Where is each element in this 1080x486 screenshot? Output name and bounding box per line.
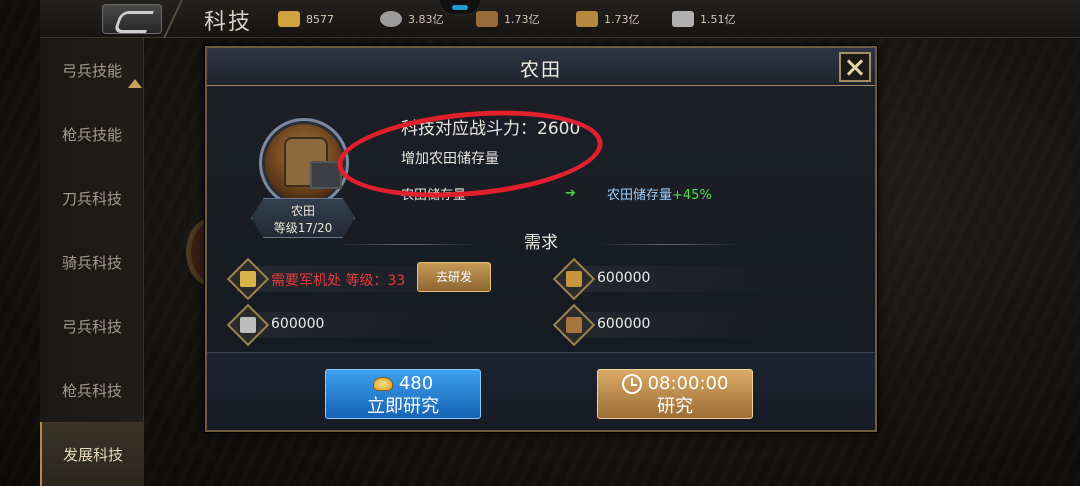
research-time: 08:00:00: [598, 373, 752, 394]
page-title: 科技: [204, 10, 253, 35]
iron-icon: [672, 11, 694, 27]
action-area: 480 立即研究 08:00:00 研究: [207, 352, 875, 430]
tech-name: 农田: [290, 204, 315, 218]
research-button[interactable]: 08:00:00 研究: [597, 369, 753, 419]
wood-icon: [552, 303, 596, 347]
iron-icon: [226, 303, 270, 347]
effect-next: 农田储存量+45%: [607, 184, 712, 203]
instant-cost-value: 480: [398, 373, 434, 394]
sidebar-item-archer-tech[interactable]: 弓兵科技: [40, 294, 144, 358]
requirement-iron: [237, 312, 457, 338]
instant-research-button[interactable]: 480 立即研究: [325, 369, 481, 419]
requirement-wood: [563, 312, 783, 338]
resource-coin[interactable]: 3.83亿: [380, 10, 444, 28]
requirement-wood-value: 600000: [597, 316, 651, 332]
resource-food[interactable]: 1.73亿: [576, 10, 640, 28]
resource-value: 1.51亿: [700, 13, 736, 26]
back-button[interactable]: [102, 4, 162, 34]
food-icon: [552, 257, 596, 301]
instant-cost: 480: [326, 373, 480, 394]
research-label: 研究: [657, 396, 693, 417]
sidebar-item-development-tech[interactable]: 发展科技: [40, 422, 144, 486]
modal-title: 农田: [519, 59, 562, 81]
farm-tech-icon: [259, 118, 349, 208]
modal-header: 农田: [207, 48, 875, 86]
resource-value: 8577: [306, 12, 334, 26]
instant-research-label: 立即研究: [367, 396, 439, 417]
effect-next-label: 农田储存量: [607, 188, 673, 203]
requirements-title: 需求: [524, 233, 558, 253]
resource-wood[interactable]: 1.73亿: [476, 10, 540, 28]
research-time-value: 08:00:00: [647, 373, 729, 394]
clock-icon: [621, 373, 642, 394]
resource-value: 3.83亿: [408, 13, 444, 26]
sidebar-item-blade-tech[interactable]: 刀兵科技: [40, 166, 144, 230]
gold-ingot-icon: [372, 376, 393, 391]
resource-iron[interactable]: 1.51亿: [672, 10, 736, 28]
resource-value: 1.73亿: [504, 13, 540, 26]
requirement-food-value: 600000: [597, 270, 651, 286]
divider: [163, 0, 183, 38]
military-office-icon: [226, 257, 270, 301]
wood-icon: [476, 11, 498, 27]
resource-value: 1.73亿: [604, 13, 640, 26]
food-icon: [576, 11, 598, 27]
requirement-iron-value: 600000: [271, 316, 325, 332]
sidebar: 弓兵技能 枪兵技能 刀兵科技 骑兵科技 弓兵科技 枪兵科技 发展科技: [40, 38, 144, 486]
effect-bonus: +45%: [672, 188, 712, 203]
requirement-building-text: 需要军机处 等级：33: [271, 273, 406, 289]
coin-icon: [380, 11, 402, 27]
requirement-food: [563, 266, 783, 292]
top-bar: 科技 8577 3.83亿 1.73亿 1.73亿 1.51亿: [40, 0, 1080, 38]
gold-ingot-icon: [278, 11, 300, 27]
go-research-button[interactable]: 去研发: [417, 262, 491, 292]
sidebar-item-archer-skill[interactable]: 弓兵技能: [40, 38, 144, 102]
sidebar-item-spear-skill[interactable]: 枪兵技能: [40, 102, 144, 166]
arrow-right-icon: ➜: [565, 186, 576, 201]
resource-gold-ingot[interactable]: 8577: [278, 10, 334, 28]
tech-detail-modal: 农田 农田 等级17/20 科技对应战斗力：2600 增加农田储存量 农田储存量…: [205, 46, 877, 432]
sidebar-item-cavalry-tech[interactable]: 骑兵科技: [40, 230, 144, 294]
close-button[interactable]: [839, 52, 871, 82]
sidebar-item-spear-tech[interactable]: 枪兵科技: [40, 358, 144, 422]
